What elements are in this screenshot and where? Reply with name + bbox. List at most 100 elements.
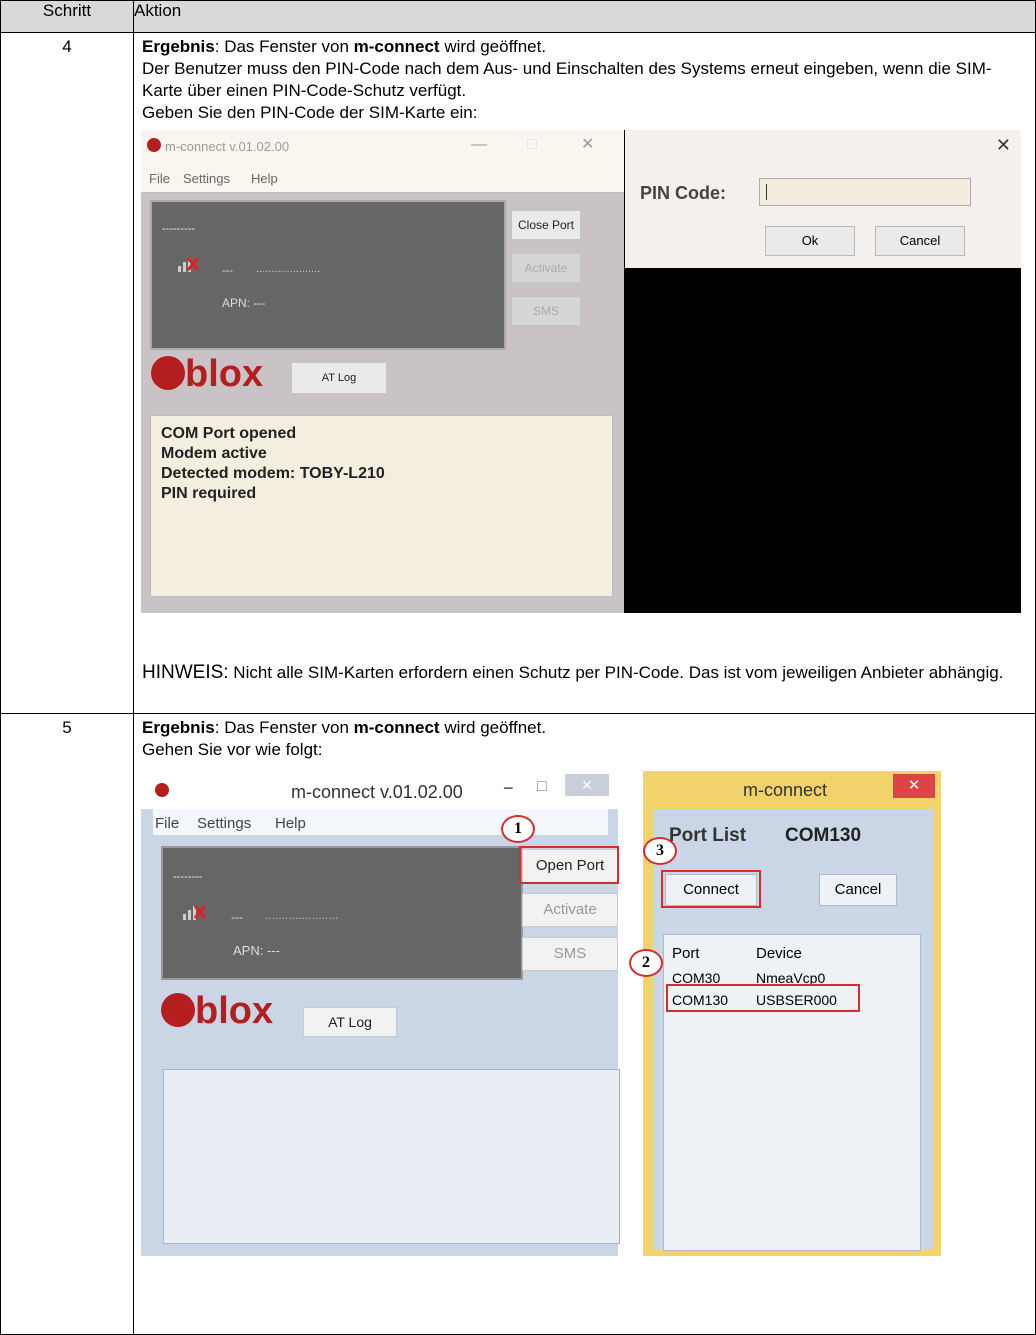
instruction-text-2: Geben Sie den PIN-Code der SIM-Karte ein… bbox=[142, 103, 478, 122]
header-action: Aktion bbox=[133, 0, 1036, 33]
close-icon[interactable]: ✕ bbox=[893, 774, 935, 798]
instruction-text: Der Benutzer muss den PIN-Code nach dem … bbox=[142, 59, 992, 100]
app-logo-icon bbox=[155, 783, 169, 797]
window-titlebar: m-connect v.01.02.00 − □ ✕ bbox=[141, 771, 618, 809]
port-list-dialog: m-connect ✕ Port List COM130 Connect Can… bbox=[643, 771, 941, 1256]
signal-off-icon bbox=[178, 257, 200, 272]
ublox-logo-text: blox bbox=[195, 990, 274, 1032]
callout-2: 2 bbox=[629, 949, 663, 977]
app-name: m-connect bbox=[353, 37, 440, 56]
port-list: Port Device COM30 NmeaVcp0 COM130 USBSER… bbox=[663, 934, 921, 1251]
result-end: wird geöffnet. bbox=[439, 37, 547, 56]
column-header-port: Port bbox=[672, 945, 700, 962]
maximize-icon[interactable]: □ bbox=[527, 134, 537, 156]
operator-text: --------- bbox=[162, 223, 195, 235]
result-line: Ergebnis: Das Fenster von m-connect wird… bbox=[142, 717, 1027, 739]
operator-text: -------- bbox=[173, 871, 203, 883]
apn-text: APN: --- bbox=[233, 943, 280, 958]
action-cell: Ergebnis: Das Fenster von m-connect wird… bbox=[133, 713, 1036, 1335]
menu-help[interactable]: Help bbox=[251, 168, 278, 190]
highlight-open-port bbox=[519, 846, 619, 884]
menu-file[interactable]: File bbox=[155, 813, 179, 835]
log-line: PIN required bbox=[161, 485, 257, 502]
cancel-button[interactable]: Cancel bbox=[875, 226, 965, 256]
mconnect-window: m-connect v.01.02.00 — □ ✕ File Settings… bbox=[141, 130, 624, 613]
apn-text: APN: --- bbox=[222, 296, 266, 310]
ublox-logo-icon bbox=[161, 993, 195, 1027]
ublox-logo: blox bbox=[161, 992, 273, 1030]
at-log-button[interactable]: AT Log bbox=[303, 1007, 397, 1037]
table-header-row: Schritt Aktion bbox=[0, 0, 1036, 33]
log-line: Detected modem: TOBY-L210 bbox=[161, 465, 385, 482]
column-header-device: Device bbox=[756, 945, 802, 962]
network-dots: ...................... bbox=[265, 908, 339, 922]
pin-input[interactable] bbox=[759, 178, 971, 206]
port-list-label: Port List bbox=[669, 825, 747, 846]
network-dots: ..................... bbox=[256, 263, 321, 275]
close-icon[interactable]: ✕ bbox=[581, 134, 594, 156]
minimize-icon[interactable]: − bbox=[503, 777, 514, 799]
mconnect-window: m-connect v.01.02.00 − □ ✕ File Settings… bbox=[141, 771, 620, 1256]
close-icon[interactable]: ✕ bbox=[996, 134, 1011, 156]
activate-button[interactable]: Activate bbox=[522, 893, 618, 927]
menu-file[interactable]: File bbox=[149, 168, 170, 190]
dialog-body: Port List COM130 Connect Cancel Port Dev… bbox=[653, 809, 933, 1251]
screenshot-pin-entry: m-connect v.01.02.00 — □ ✕ File Settings… bbox=[141, 130, 1021, 613]
result-text: : Das Fenster von bbox=[214, 37, 354, 56]
action-cell: Ergebnis: Das Fenster von m-connect wird… bbox=[133, 32, 1036, 714]
close-icon[interactable]: ✕ bbox=[565, 774, 609, 796]
window-titlebar: m-connect v.01.02.00 — □ ✕ bbox=[141, 130, 624, 162]
instruction-text: Gehen Sie vor wie folgt: bbox=[142, 740, 323, 759]
menu-settings[interactable]: Settings bbox=[197, 813, 251, 835]
note: HINWEIS: Nicht alle SIM-Karten erfordern… bbox=[142, 661, 1027, 685]
log-line: COM Port opened bbox=[161, 425, 297, 442]
result-end: wird geöffnet. bbox=[439, 718, 547, 737]
app-logo-icon bbox=[147, 138, 161, 152]
result-line: Ergebnis: Das Fenster von m-connect wird… bbox=[142, 36, 1027, 58]
ok-button[interactable]: Ok bbox=[765, 226, 855, 256]
close-port-button[interactable]: Close Port bbox=[511, 210, 581, 240]
activate-button[interactable]: Activate bbox=[511, 253, 581, 283]
result-label: Ergebnis bbox=[142, 37, 215, 56]
window-title: m-connect v.01.02.00 bbox=[165, 139, 290, 154]
table-row: 4 Ergebnis: Das Fenster von m-connect wi… bbox=[0, 32, 1036, 714]
table-row: 5 Ergebnis: Das Fenster von m-connect wi… bbox=[0, 713, 1036, 1335]
status-panel: --------- --- ..................... APN:… bbox=[150, 200, 506, 350]
menu-help[interactable]: Help bbox=[275, 813, 306, 835]
maximize-icon[interactable]: □ bbox=[537, 776, 547, 798]
app-name: m-connect bbox=[353, 718, 440, 737]
network-text: --- bbox=[222, 265, 233, 277]
minimize-icon[interactable]: — bbox=[471, 134, 487, 156]
ublox-logo-text: blox bbox=[185, 353, 264, 395]
at-log-button[interactable]: AT Log bbox=[291, 362, 387, 394]
log-line: Modem active bbox=[161, 445, 267, 462]
signal-off-icon bbox=[183, 905, 207, 920]
menu-bar: File Settings Help bbox=[141, 162, 624, 193]
note-label: HINWEIS: bbox=[142, 662, 229, 683]
callout-1: 1 bbox=[501, 815, 535, 843]
dialog-title: m-connect bbox=[743, 780, 828, 800]
cancel-button[interactable]: Cancel bbox=[819, 874, 897, 906]
network-text: --- bbox=[231, 910, 243, 924]
log-output: COM Port opened Modem active Detected mo… bbox=[150, 415, 613, 597]
result-text: : Das Fenster von bbox=[214, 718, 354, 737]
menu-bar: File Settings Help bbox=[153, 809, 608, 835]
window-title: m-connect v.01.02.00 bbox=[291, 782, 463, 802]
ublox-logo: blox bbox=[151, 355, 263, 393]
screenshot-open-port: m-connect v.01.02.00 − □ ✕ File Settings… bbox=[141, 771, 941, 1256]
selected-port: COM130 bbox=[785, 825, 862, 846]
note-text: Nicht alle SIM-Karten erfordern einen Sc… bbox=[228, 663, 1004, 682]
highlight-connect bbox=[661, 870, 761, 908]
log-output bbox=[163, 1069, 620, 1244]
menu-settings[interactable]: Settings bbox=[183, 168, 230, 190]
header-step: Schritt bbox=[0, 0, 134, 33]
step-number: 4 bbox=[0, 32, 134, 714]
pin-label: PIN Code: bbox=[640, 183, 727, 203]
sms-button[interactable]: SMS bbox=[511, 296, 581, 326]
callout-3: 3 bbox=[643, 837, 677, 865]
sms-button[interactable]: SMS bbox=[522, 937, 618, 971]
step-number: 5 bbox=[0, 713, 134, 1335]
pin-dialog: ✕ PIN Code: Ok Cancel bbox=[625, 130, 1021, 268]
status-panel: -------- --- ...................... APN:… bbox=[161, 846, 523, 980]
procedure-table: Schritt Aktion 4 Ergebnis: Das Fenster v… bbox=[0, 0, 1036, 1335]
